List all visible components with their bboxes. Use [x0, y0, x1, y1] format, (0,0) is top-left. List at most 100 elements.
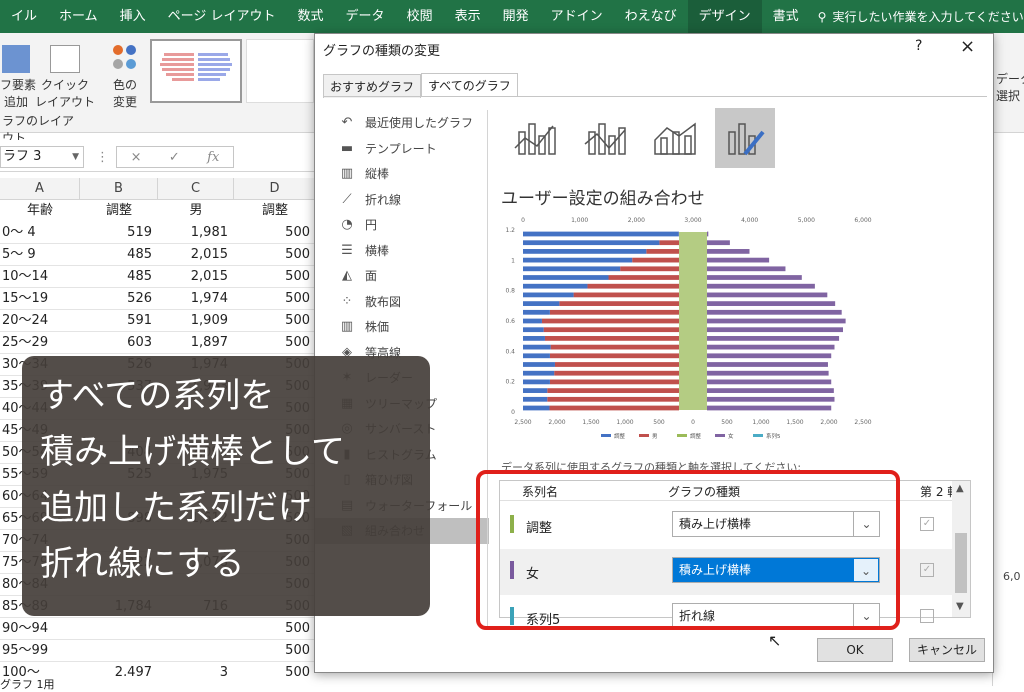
table-cell[interactable]: 500	[234, 332, 310, 354]
ribbon-tab-2[interactable]: 挿入	[109, 0, 157, 33]
table-cell[interactable]: 519	[80, 222, 152, 244]
table-cell[interactable]: 2,015	[158, 244, 228, 266]
ribbon-tab-12[interactable]: 書式	[762, 0, 810, 33]
legend-label: 調整	[614, 432, 626, 440]
add-chart-element-button[interactable]: フ要素 追加	[0, 45, 32, 111]
legend-label: 調整	[690, 432, 702, 440]
chart-type-item[interactable]: ↶最近使用したグラフ	[339, 110, 489, 136]
ribbon-tab-7[interactable]: 表示	[444, 0, 492, 33]
female-bar	[707, 371, 829, 376]
female-bar	[707, 293, 827, 298]
select-data-button[interactable]: データの 選択	[996, 71, 1024, 105]
name-box[interactable]: ラフ 3▼	[0, 146, 84, 168]
table-cell[interactable]: 15～19	[2, 288, 80, 310]
table-cell[interactable]: 25～29	[2, 332, 80, 354]
table-cell[interactable]: 0～ 4	[2, 222, 80, 244]
cancel-icon[interactable]: ×	[131, 150, 142, 165]
chart-style-1[interactable]	[150, 39, 242, 103]
ribbon-tab-6[interactable]: 校閲	[396, 0, 444, 33]
table-cell[interactable]: 500	[234, 640, 310, 662]
column-header-C[interactable]: C	[158, 178, 234, 200]
chart-type-item[interactable]: ▬テンプレート	[339, 136, 489, 162]
table-cell[interactable]: 591	[80, 310, 152, 332]
table-cell[interactable]: 500	[234, 618, 310, 640]
table-cell[interactable]: 603	[80, 332, 152, 354]
ribbon-tab-10[interactable]: わえなび	[614, 0, 688, 33]
adjust-bar	[523, 275, 609, 280]
close-icon[interactable]: ×	[960, 36, 975, 57]
column-header-B[interactable]: B	[80, 178, 158, 200]
help-icon[interactable]: ?	[915, 38, 922, 54]
secondary-axis-checkbox[interactable]: ✓	[920, 563, 934, 577]
ribbon-tab-8[interactable]: 開発	[492, 0, 540, 33]
change-colors-button[interactable]: 色の 変更	[104, 45, 146, 111]
enter-icon[interactable]: ✓	[169, 150, 180, 165]
scroll-up-icon[interactable]: ▲	[956, 483, 964, 494]
table-cell[interactable]: 95～99	[2, 640, 80, 662]
ok-button[interactable]: OK	[817, 638, 893, 662]
header-cell[interactable]: 男	[158, 200, 234, 222]
chart-type-item[interactable]: ⟋折れ線	[339, 187, 489, 213]
table-cell[interactable]: 2,015	[158, 266, 228, 288]
chart-type-item[interactable]: ⁘散布図	[339, 289, 489, 315]
scroll-down-icon[interactable]: ▼	[956, 601, 964, 612]
table-cell[interactable]: 1,897	[158, 332, 228, 354]
ribbon-tab-0[interactable]: イル	[0, 0, 48, 33]
chart-type-item[interactable]: ☰横棒	[339, 238, 489, 264]
table-cell[interactable]: 1,981	[158, 222, 228, 244]
quick-layout-button[interactable]: クイック レイアウト	[34, 45, 96, 111]
chart-type-item[interactable]: ◔円	[339, 212, 489, 238]
subtype-area-column[interactable]	[645, 108, 705, 168]
tab-recommended[interactable]: おすすめグラフ	[323, 74, 421, 98]
column-header-A[interactable]: A	[0, 178, 80, 200]
column-header-D[interactable]: D	[234, 178, 316, 200]
chart-style-2[interactable]	[246, 39, 314, 103]
chart-type-item[interactable]: ▥株価	[339, 314, 489, 340]
ribbon-tab-9[interactable]: アドイン	[540, 0, 614, 33]
table-cell[interactable]: 500	[234, 266, 310, 288]
table-cell[interactable]: 20～24	[2, 310, 80, 332]
chevron-down-icon[interactable]: ▼	[72, 147, 79, 167]
table-cell[interactable]: 485	[80, 244, 152, 266]
table-cell[interactable]: 500	[234, 222, 310, 244]
table-cell[interactable]: 10～14	[2, 266, 80, 288]
ribbon-tab-3[interactable]: ページ レイアウト	[157, 0, 287, 33]
header-cell[interactable]: 年齢	[0, 200, 80, 222]
tell-me-box[interactable]: ⚲実行したい作業を入力してください	[818, 8, 1024, 25]
tab-all-charts[interactable]: すべてのグラフ	[421, 73, 518, 97]
table-cell[interactable]	[158, 618, 228, 640]
ribbon-tab-1[interactable]: ホーム	[48, 0, 109, 33]
secondary-axis-checkbox[interactable]: ✓	[920, 517, 934, 531]
chart-type-item[interactable]: ▥縦棒	[339, 161, 489, 187]
subtype-clustered-column-line[interactable]	[505, 108, 565, 168]
table-cell[interactable]	[158, 640, 228, 662]
table-cell[interactable]	[80, 640, 152, 662]
table-cell[interactable]: 500	[234, 310, 310, 332]
cancel-button[interactable]: キャンセル	[909, 638, 985, 662]
adjust-bar	[523, 258, 632, 263]
chart-preview: 01,0002,0003,0004,0005,0006,0002,5002,00…	[501, 212, 873, 446]
table-cell[interactable]: 485	[80, 266, 152, 288]
fx-icon[interactable]: fx	[207, 150, 219, 165]
ribbon-tab-11[interactable]: デザイン	[688, 0, 762, 33]
series-scrollbar[interactable]: ▲ ▼	[952, 481, 970, 617]
ribbon-tab-5[interactable]: データ	[335, 0, 396, 33]
chart-type-item[interactable]: ◭面	[339, 263, 489, 289]
header-cell[interactable]: 調整	[80, 200, 158, 222]
table-cell[interactable]: 526	[80, 288, 152, 310]
table-cell[interactable]	[80, 618, 152, 640]
adjust-bar	[523, 240, 659, 245]
table-cell[interactable]: 90～94	[2, 618, 80, 640]
scroll-thumb[interactable]	[955, 533, 967, 593]
table-cell[interactable]: 500	[234, 244, 310, 266]
male-bar	[544, 327, 679, 332]
subtype-column-line-secondary[interactable]	[575, 108, 635, 168]
table-cell[interactable]: 5～ 9	[2, 244, 80, 266]
subtype-custom-combo[interactable]	[715, 108, 775, 168]
table-cell[interactable]: 1,909	[158, 310, 228, 332]
ribbon-tab-4[interactable]: 数式	[287, 0, 335, 33]
table-cell[interactable]: 500	[234, 288, 310, 310]
table-cell[interactable]: 1,974	[158, 288, 228, 310]
header-cell[interactable]: 調整	[234, 200, 316, 222]
secondary-axis-checkbox[interactable]	[920, 609, 934, 623]
